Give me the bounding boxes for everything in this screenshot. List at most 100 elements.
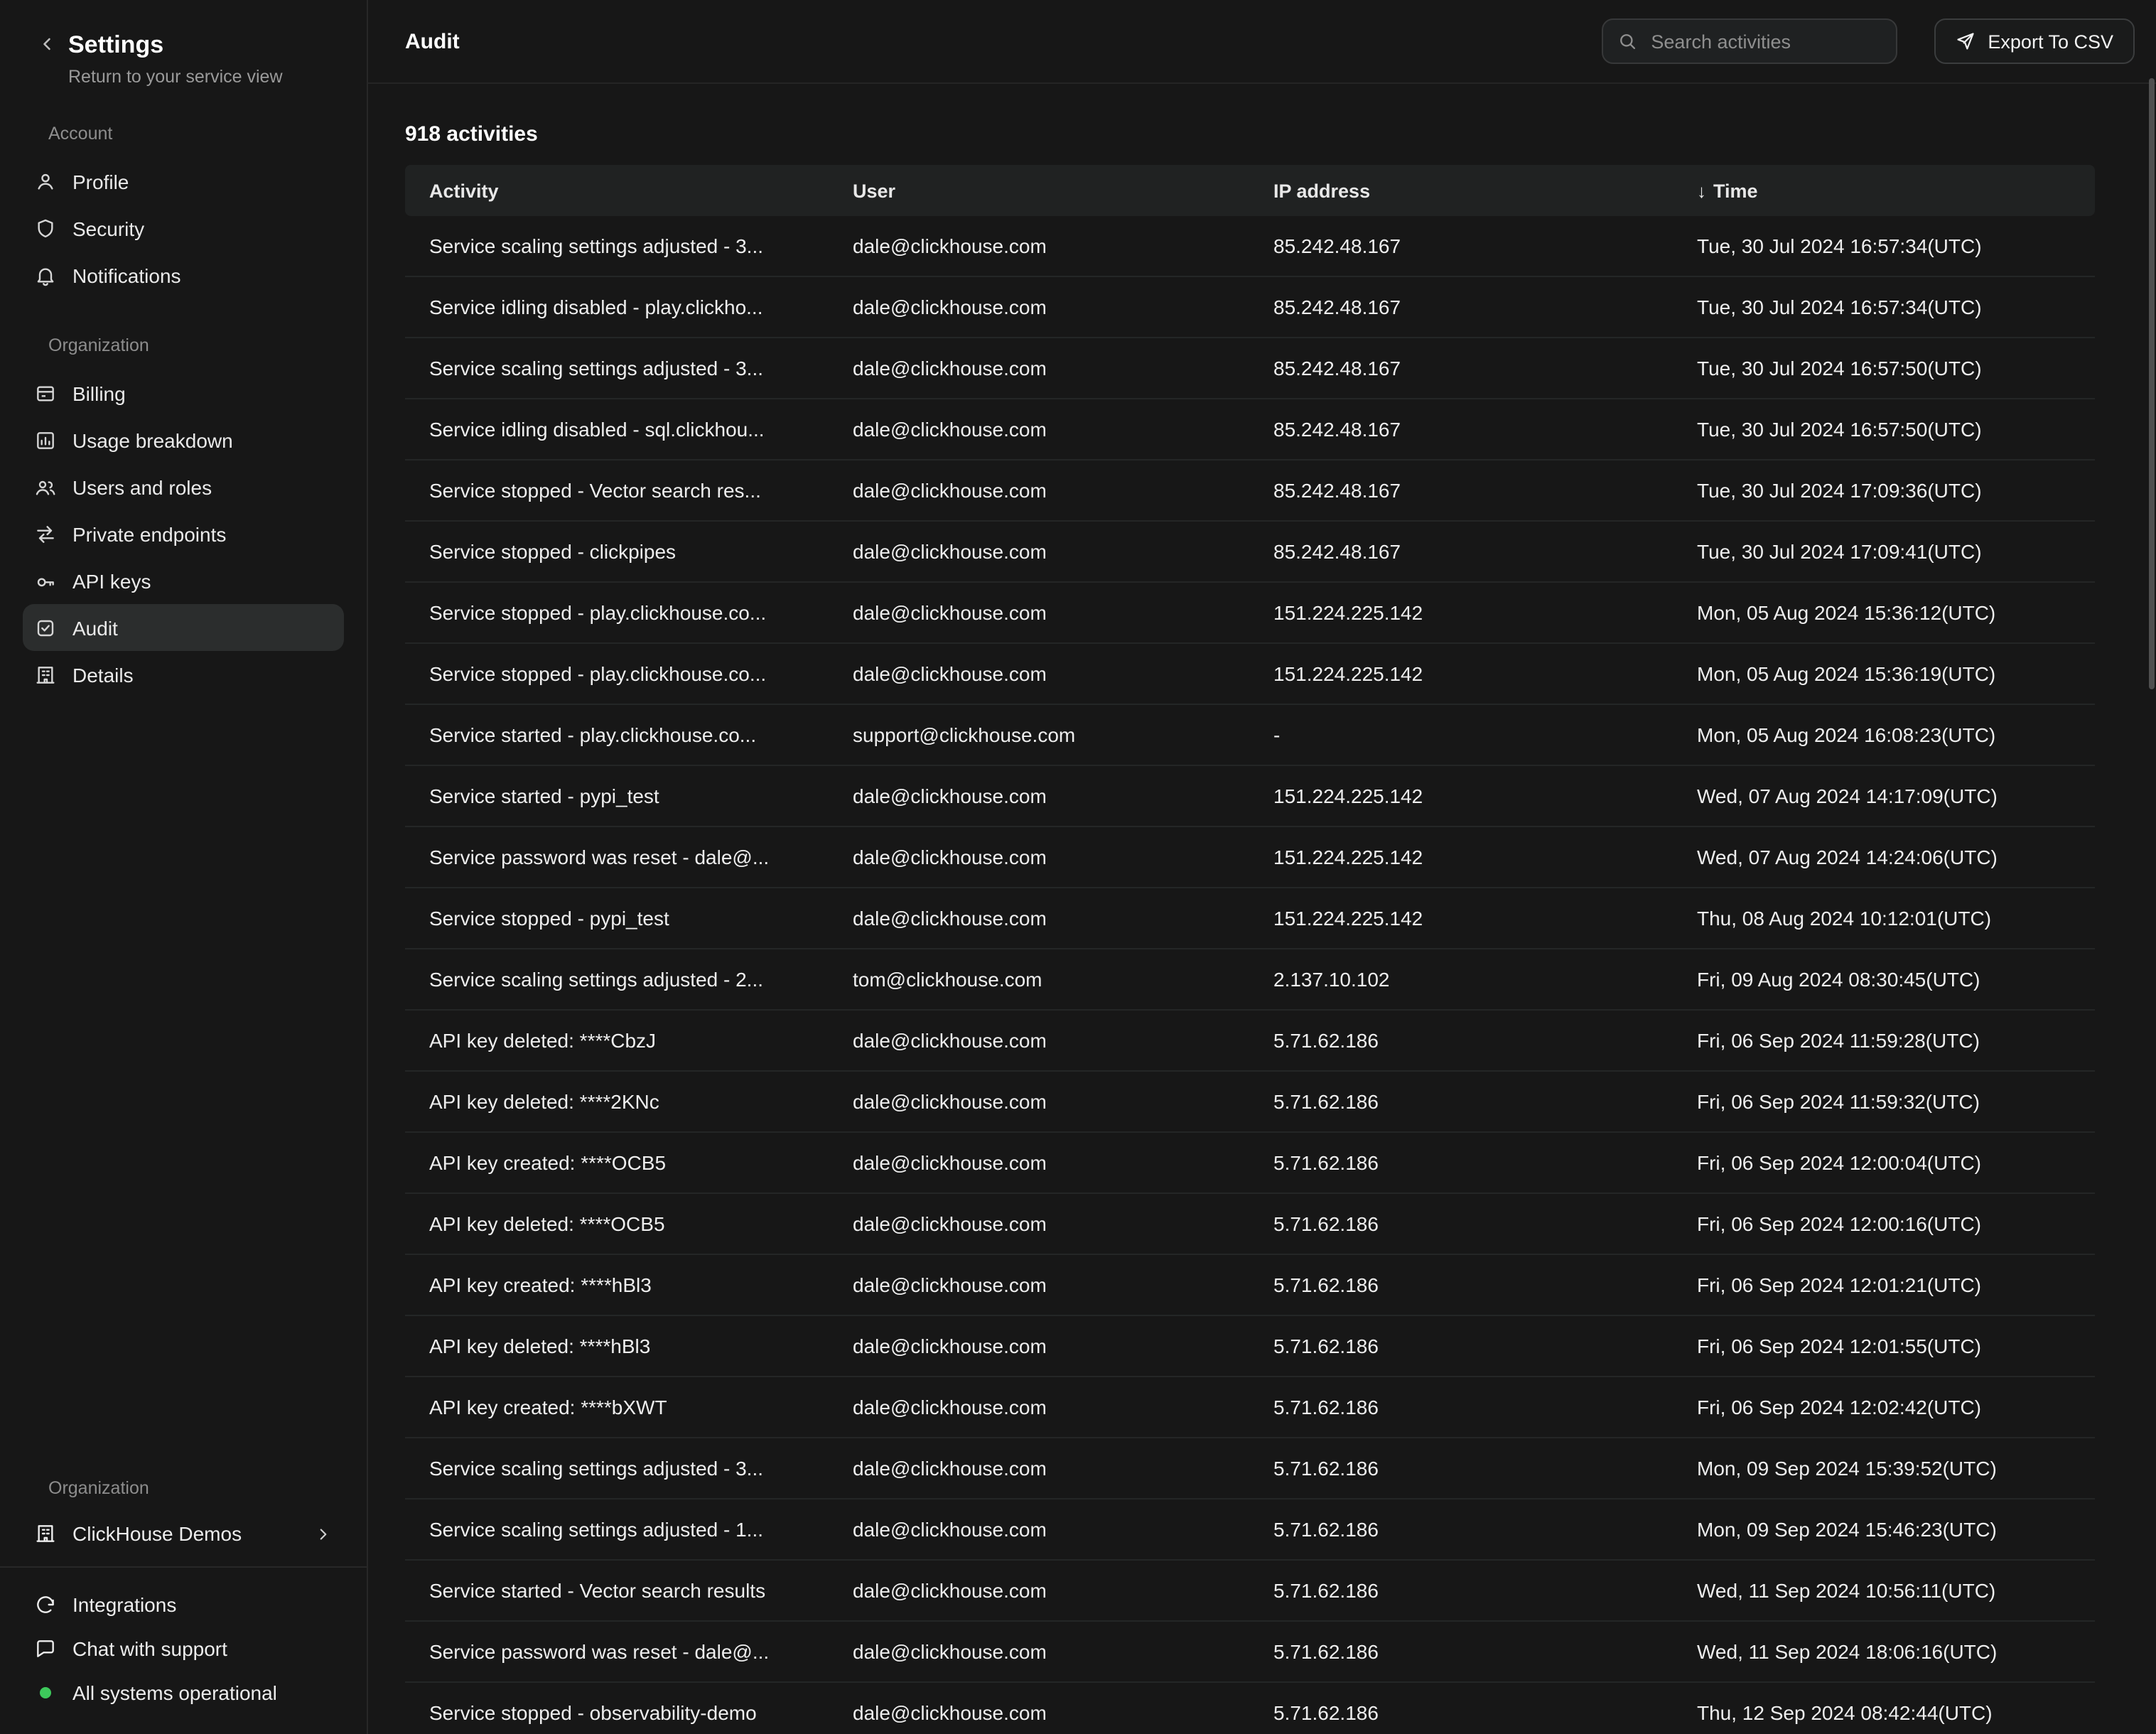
cell-activity: API key created: ****OCB5 xyxy=(405,1132,829,1193)
cell-user: dale@clickhouse.com xyxy=(829,888,1249,949)
sidebar-item-label: API keys xyxy=(72,570,151,593)
table-row: Service stopped - Vector search res...da… xyxy=(405,460,2095,521)
org-section-label: Organization xyxy=(0,1478,367,1498)
cell-time: Tue, 30 Jul 2024 16:57:34(UTC) xyxy=(1673,276,2095,338)
column-header-user[interactable]: User xyxy=(829,165,1249,216)
sidebar-item-label: Notifications xyxy=(72,264,181,287)
search-box xyxy=(1601,18,1897,64)
page-title: Audit xyxy=(405,29,460,53)
cell-ip: 5.71.62.186 xyxy=(1249,1682,1673,1734)
cell-time: Thu, 08 Aug 2024 10:12:01(UTC) xyxy=(1673,888,2095,949)
back-button[interactable] xyxy=(37,34,57,87)
users-icon xyxy=(34,476,57,499)
sidebar-item-private-endpoints[interactable]: Private endpoints xyxy=(23,511,344,558)
page-header: Audit Export To CSV xyxy=(368,0,2156,84)
integrations-icon xyxy=(34,1593,57,1615)
cell-activity: Service password was reset - dale@... xyxy=(405,826,829,888)
cell-activity: Service stopped - pypi_test xyxy=(405,888,829,949)
cell-ip: 5.71.62.186 xyxy=(1249,1621,1673,1682)
table-row: Service scaling settings adjusted - 3...… xyxy=(405,1438,2095,1499)
cell-user: dale@clickhouse.com xyxy=(829,1560,1249,1621)
endpoints-icon xyxy=(34,523,57,546)
cell-activity: Service stopped - observability-demo xyxy=(405,1682,829,1734)
column-header-activity[interactable]: Activity xyxy=(405,165,829,216)
column-header-time[interactable]: ↓Time xyxy=(1673,165,2095,216)
organization-selector[interactable]: ClickHouse Demos xyxy=(23,1509,344,1558)
table-row: Service idling disabled - play.clickho..… xyxy=(405,276,2095,338)
cell-ip: 151.224.225.142 xyxy=(1249,765,1673,826)
table-row: API key deleted: ****2KNcdale@clickhouse… xyxy=(405,1071,2095,1132)
sidebar-item-users-and-roles[interactable]: Users and roles xyxy=(23,464,344,511)
cell-user: dale@clickhouse.com xyxy=(829,1315,1249,1377)
cell-activity: API key deleted: ****CbzJ xyxy=(405,1010,829,1071)
cell-time: Fri, 06 Sep 2024 12:01:21(UTC) xyxy=(1673,1254,2095,1315)
sidebar-item-label: Billing xyxy=(72,382,126,405)
export-csv-button[interactable]: Export To CSV xyxy=(1934,18,2135,64)
cell-activity: Service idling disabled - sql.clickhou..… xyxy=(405,399,829,460)
sidebar-item-profile[interactable]: Profile xyxy=(23,158,344,205)
cell-time: Mon, 09 Sep 2024 15:39:52(UTC) xyxy=(1673,1438,2095,1499)
cell-time: Tue, 30 Jul 2024 16:57:50(UTC) xyxy=(1673,338,2095,399)
sidebar-item-billing[interactable]: Billing xyxy=(23,370,344,417)
cell-user: dale@clickhouse.com xyxy=(829,521,1249,582)
cell-ip: 5.71.62.186 xyxy=(1249,1010,1673,1071)
sidebar-item-label: Profile xyxy=(72,171,129,193)
cell-user: dale@clickhouse.com xyxy=(829,338,1249,399)
sidebar: Settings Return to your service view Acc… xyxy=(0,0,368,1734)
cell-user: dale@clickhouse.com xyxy=(829,826,1249,888)
sidebar-item-api-keys[interactable]: API keys xyxy=(23,558,344,605)
sidebar-footer: Integrations Chat with support All syste… xyxy=(0,1566,367,1734)
search-input[interactable] xyxy=(1601,18,1897,64)
chat-support-link[interactable]: Chat with support xyxy=(23,1626,344,1670)
cell-time: Mon, 05 Aug 2024 15:36:12(UTC) xyxy=(1673,582,2095,643)
sidebar-item-security[interactable]: Security xyxy=(23,205,344,252)
table-row: Service stopped - observability-demodale… xyxy=(405,1682,2095,1734)
sidebar-item-usage-breakdown[interactable]: Usage breakdown xyxy=(23,417,344,464)
cell-activity: Service scaling settings adjusted - 1... xyxy=(405,1499,829,1560)
sidebar-item-label: Usage breakdown xyxy=(72,429,233,452)
scrollbar-thumb[interactable] xyxy=(2149,78,2155,689)
cell-activity: Service scaling settings adjusted - 3... xyxy=(405,1438,829,1499)
cell-user: tom@clickhouse.com xyxy=(829,949,1249,1010)
cell-ip: 85.242.48.167 xyxy=(1249,399,1673,460)
building-icon xyxy=(34,1522,57,1545)
cell-time: Mon, 05 Aug 2024 16:08:23(UTC) xyxy=(1673,704,2095,765)
cell-time: Fri, 06 Sep 2024 12:02:42(UTC) xyxy=(1673,1377,2095,1438)
cell-activity: API key created: ****hBl3 xyxy=(405,1254,829,1315)
table-row: Service stopped - play.clickhouse.co...d… xyxy=(405,582,2095,643)
column-header-ip[interactable]: IP address xyxy=(1249,165,1673,216)
sidebar-item-label: Private endpoints xyxy=(72,523,226,546)
cell-activity: Service started - play.clickhouse.co... xyxy=(405,704,829,765)
integrations-link[interactable]: Integrations xyxy=(23,1582,344,1626)
column-header-label: Time xyxy=(1713,180,1758,201)
table-row: Service scaling settings adjusted - 3...… xyxy=(405,216,2095,276)
bell-icon xyxy=(34,264,57,287)
system-status[interactable]: All systems operational xyxy=(23,1670,344,1714)
cell-activity: Service scaling settings adjusted - 3... xyxy=(405,338,829,399)
table-row: API key created: ****OCB5dale@clickhouse… xyxy=(405,1132,2095,1193)
cell-user: dale@clickhouse.com xyxy=(829,276,1249,338)
cell-ip: 5.71.62.186 xyxy=(1249,1254,1673,1315)
cell-ip: 85.242.48.167 xyxy=(1249,216,1673,276)
sidebar-item-details[interactable]: Details xyxy=(23,652,344,699)
table-row: API key deleted: ****hBl3dale@clickhouse… xyxy=(405,1315,2095,1377)
cell-ip: 5.71.62.186 xyxy=(1249,1193,1673,1254)
cell-time: Wed, 11 Sep 2024 10:56:11(UTC) xyxy=(1673,1560,2095,1621)
main-panel: Audit Export To CSV 918 activities Activ… xyxy=(368,0,2156,1734)
cell-ip: 151.224.225.142 xyxy=(1249,826,1673,888)
cell-user: dale@clickhouse.com xyxy=(829,216,1249,276)
cell-activity: Service started - pypi_test xyxy=(405,765,829,826)
table-header-row: Activity User IP address ↓Time xyxy=(405,165,2095,216)
building-icon xyxy=(34,664,57,686)
cell-ip: 85.242.48.167 xyxy=(1249,338,1673,399)
sidebar-item-audit[interactable]: Audit xyxy=(23,605,344,652)
section-label-account: Account xyxy=(0,124,367,144)
cell-user: support@clickhouse.com xyxy=(829,704,1249,765)
sidebar-item-notifications[interactable]: Notifications xyxy=(23,252,344,299)
cell-user: dale@clickhouse.com xyxy=(829,1499,1249,1560)
status-dot-icon xyxy=(40,1686,51,1698)
cell-activity: Service stopped - play.clickhouse.co... xyxy=(405,582,829,643)
table-row: Service password was reset - dale@...dal… xyxy=(405,1621,2095,1682)
cell-activity: Service started - Vector search results xyxy=(405,1560,829,1621)
cell-user: dale@clickhouse.com xyxy=(829,399,1249,460)
